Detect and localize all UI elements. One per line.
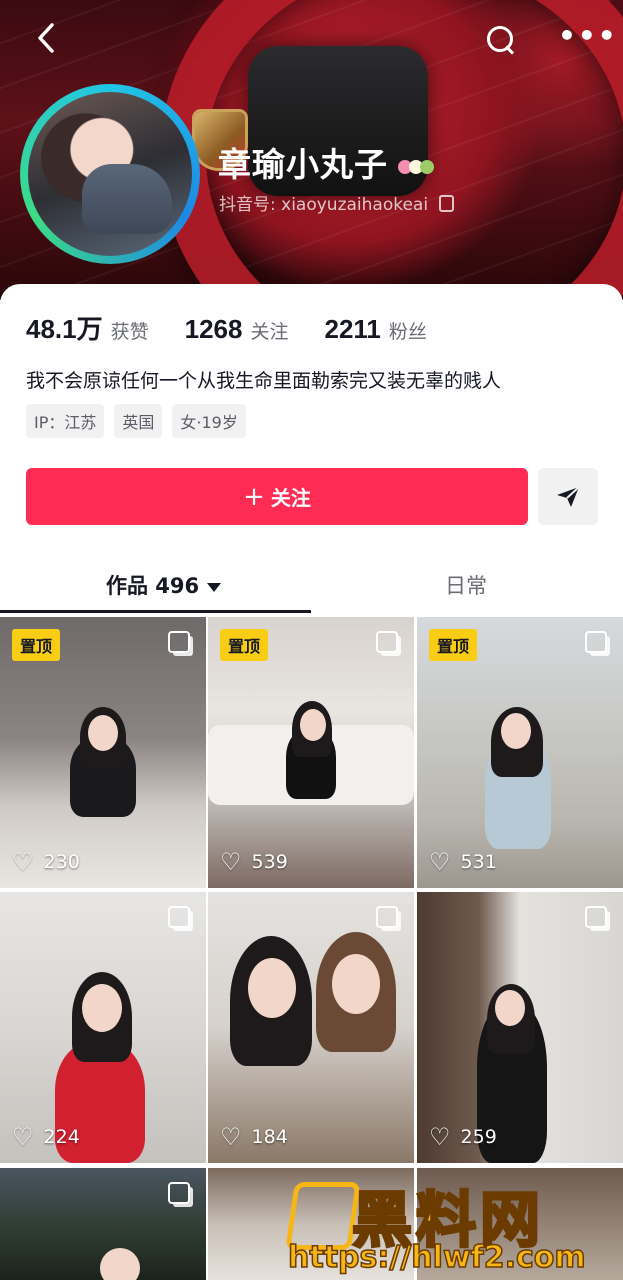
stat-following[interactable]: 1268 关注: [185, 314, 289, 345]
follow-button-label: 关注: [270, 486, 311, 510]
pinned-badge: 置顶: [429, 629, 478, 661]
stat-likes-label: 获赞: [110, 321, 149, 343]
stat-followers-label: 粉丝: [388, 321, 427, 343]
heart-icon: ♡: [220, 1123, 242, 1151]
thumbnail-face: [82, 984, 122, 1032]
video-thumbnail[interactable]: 置顶 ♡ 539: [208, 617, 414, 888]
stat-following-value: 1268: [184, 314, 243, 344]
heart-icon: ♡: [429, 1123, 451, 1151]
watermark: 黑料网 https://hlwf2.com: [282, 1168, 622, 1280]
avatar-photo-detail: [82, 164, 172, 234]
share-button[interactable]: [538, 468, 598, 525]
profile-header-background: ••• 章瑜小丸子 抖音号: xiaoyuzaihaokeai: [0, 0, 623, 300]
multi-image-icon: [168, 906, 190, 928]
profile-name: 章瑜小丸子: [218, 138, 434, 186]
video-thumbnail[interactable]: ♡ 184: [208, 892, 414, 1163]
like-count-value: 531: [460, 851, 497, 873]
video-thumbnail[interactable]: 置顶 ♡ 230: [0, 617, 206, 888]
caret-down-icon[interactable]: [207, 582, 222, 592]
tag-country[interactable]: 英国: [114, 404, 163, 438]
thumbnail-face: [248, 958, 296, 1018]
plus-icon: +: [243, 481, 265, 512]
douyin-id-label: 抖音号:: [219, 195, 276, 215]
stat-following-label: 关注: [250, 321, 289, 343]
watermark-url: https://hlwf2.com: [287, 1239, 586, 1276]
stat-likes-value: 48.1万: [26, 314, 103, 344]
bio-text: 我不会原谅任何一个从我生命里面勒索完又装无辜的贱人: [26, 370, 502, 392]
heart-icon: ♡: [429, 848, 451, 876]
pinned-badge: 置顶: [12, 629, 61, 661]
back-button[interactable]: [36, 22, 56, 60]
thumbnail-face: [501, 713, 531, 749]
pinned-badge: 置顶: [220, 629, 269, 661]
like-count-value: 184: [251, 1126, 288, 1148]
multi-image-icon: [585, 906, 607, 928]
tab-works[interactable]: 作品 496: [106, 570, 222, 600]
like-count: ♡ 539: [220, 848, 288, 876]
profile-tags: IP：江苏 英国 女·19岁: [26, 404, 256, 438]
more-button[interactable]: •••: [558, 22, 618, 50]
stats-row: 48.1万 获赞 1268 关注 2211 粉丝: [26, 309, 463, 346]
video-thumbnail[interactable]: 置顶 ♡ 531: [417, 617, 623, 888]
follow-button[interactable]: + 关注: [26, 468, 528, 525]
like-count: ♡ 259: [429, 1123, 497, 1151]
dango-emoji-icon: [397, 145, 434, 184]
search-button[interactable]: [487, 26, 515, 55]
profile-tabs: 作品 496 日常: [0, 554, 623, 614]
thumbnail-face: [300, 709, 326, 741]
dango-ball-green: [419, 159, 434, 174]
tag-ip: IP：江苏: [26, 404, 105, 438]
copy-icon[interactable]: [439, 195, 455, 212]
chevron-left-icon: [38, 23, 54, 53]
thumbnail-face: [100, 1248, 140, 1280]
douyin-id-value: xiaoyuzaihaokeai: [281, 195, 429, 215]
heart-icon: ♡: [12, 1123, 34, 1151]
stat-likes[interactable]: 48.1万 获赞: [26, 309, 149, 346]
like-count: ♡ 230: [12, 848, 80, 876]
multi-image-icon: [585, 631, 607, 653]
multi-image-icon: [168, 1182, 190, 1204]
tab-daily[interactable]: 日常: [445, 570, 487, 600]
multi-image-icon: [376, 906, 398, 928]
thumbnail-face: [495, 990, 525, 1026]
multi-image-icon: [168, 631, 190, 653]
stat-followers[interactable]: 2211 粉丝: [324, 314, 426, 345]
heart-icon: ♡: [220, 848, 242, 876]
tab-daily-label: 日常: [445, 574, 487, 598]
multi-image-icon: [376, 631, 398, 653]
like-count: ♡ 224: [12, 1123, 80, 1151]
like-count-value: 230: [43, 851, 80, 873]
like-count-value: 224: [43, 1126, 80, 1148]
video-thumbnail[interactable]: ♡ 259: [417, 892, 623, 1163]
heart-icon: ♡: [12, 848, 34, 876]
douyin-id-row[interactable]: 抖音号: xiaoyuzaihaokeai: [219, 190, 455, 215]
like-count: ♡ 184: [220, 1123, 288, 1151]
profile-name-text: 章瑜小丸子: [218, 145, 388, 184]
thumbnail-face: [332, 954, 380, 1014]
like-count: ♡ 531: [429, 848, 497, 876]
like-count-value: 539: [251, 851, 288, 873]
send-icon: [557, 485, 580, 507]
tab-works-label: 作品 496: [106, 574, 200, 598]
like-count-value: 259: [460, 1126, 497, 1148]
stat-followers-value: 2211: [324, 314, 381, 344]
more-dots-icon: •••: [558, 19, 618, 52]
thumbnail-face: [88, 715, 118, 751]
avatar[interactable]: [28, 92, 192, 256]
active-tab-indicator: [0, 610, 311, 613]
tag-gender-age: 女·19岁: [172, 404, 246, 438]
avatar-story-ring[interactable]: [20, 84, 200, 264]
video-thumbnail[interactable]: ♡ 224: [0, 892, 206, 1163]
video-thumbnail[interactable]: [0, 1168, 206, 1280]
